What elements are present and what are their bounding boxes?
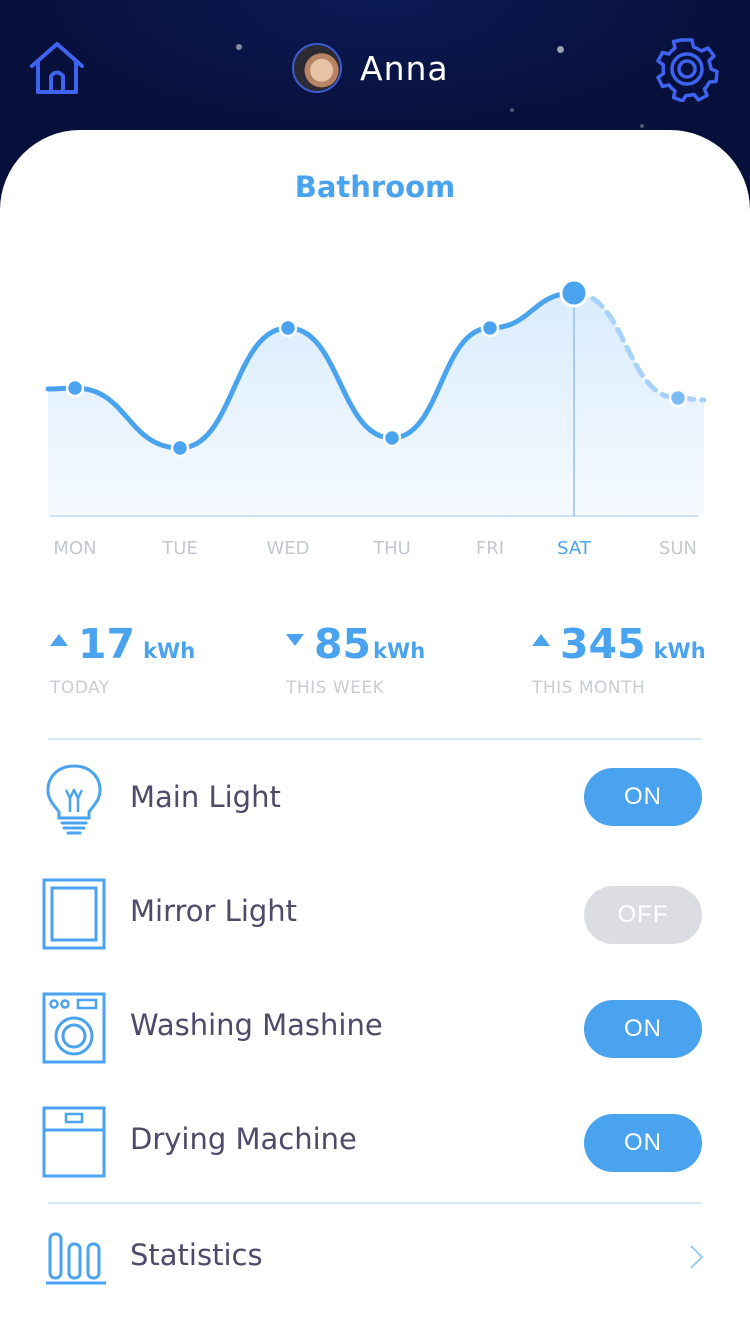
x-tick-label[interactable]: TUE (162, 538, 198, 559)
star-decoration (640, 124, 644, 128)
device-row-washing-machine: Washing Mashine ON (0, 990, 750, 1080)
stat-unit: kWh (143, 639, 196, 663)
x-tick-label[interactable]: SAT (557, 538, 591, 559)
gear-icon (656, 38, 719, 103)
trend-up-icon (532, 634, 550, 646)
data-point (278, 318, 298, 338)
settings-button[interactable] (654, 36, 720, 103)
x-tick-label[interactable]: WED (266, 538, 309, 559)
trend-up-icon (50, 634, 68, 646)
x-tick-label[interactable]: THU (373, 538, 411, 559)
drying-machine-icon (42, 1106, 106, 1178)
data-point (382, 428, 402, 448)
bulb-icon (46, 764, 102, 835)
device-name: Main Light (130, 780, 281, 814)
divider (48, 1202, 702, 1204)
avatar (292, 43, 342, 93)
device-name: Washing Mashine (130, 1008, 383, 1042)
data-point (480, 318, 500, 338)
washing-machine-icon (42, 992, 106, 1064)
device-row-main-light: Main Light ON (0, 762, 750, 852)
mirror-icon (42, 878, 106, 950)
data-point-selected (559, 278, 589, 308)
data-point (65, 378, 85, 398)
chevron-right-icon (690, 1245, 704, 1269)
stat-value: 345 (560, 620, 646, 668)
star-decoration (510, 108, 514, 112)
star-decoration (236, 44, 242, 50)
statistics-link[interactable]: Statistics (0, 1220, 750, 1300)
user-profile[interactable]: Anna (292, 42, 449, 94)
home-button[interactable] (26, 38, 88, 98)
x-tick-label[interactable]: FRI (476, 538, 504, 559)
header: Anna (0, 0, 750, 140)
drying-machine-toggle[interactable]: ON (584, 1114, 702, 1172)
star-decoration (557, 46, 564, 53)
device-row-drying-machine: Drying Machine ON (0, 1104, 750, 1194)
device-row-mirror-light: Mirror Light OFF (0, 876, 750, 966)
stat-unit: kWh (653, 639, 706, 663)
stat-unit: kWh (373, 639, 426, 663)
stat-this-week: 85 kWh THIS WEEK (286, 620, 425, 698)
user-name: Anna (360, 48, 449, 88)
stat-label: THIS WEEK (286, 678, 385, 698)
mirror-light-toggle[interactable]: OFF (584, 886, 702, 944)
device-name: Mirror Light (130, 894, 298, 928)
room-title: Bathroom (294, 170, 456, 204)
divider (48, 738, 702, 740)
trend-down-icon (286, 634, 304, 646)
washing-machine-toggle[interactable]: ON (584, 1000, 702, 1058)
main-light-toggle[interactable]: ON (584, 768, 702, 826)
data-point (170, 438, 190, 458)
x-tick-label[interactable]: SUN (659, 538, 697, 559)
stat-today: 17 kWh TODAY (50, 620, 195, 698)
bar-chart-icon (46, 1232, 106, 1285)
stat-value: 17 (78, 620, 136, 668)
x-axis-labels: MON TUE WED THU FRI SAT SUN (0, 538, 750, 562)
home-icon (30, 42, 84, 94)
data-point-projected (668, 388, 688, 408)
statistics-label: Statistics (130, 1238, 263, 1272)
stat-this-month: 345 kWh THIS MONTH (532, 620, 706, 698)
stat-value: 85 (314, 620, 372, 668)
x-tick-label[interactable]: MON (53, 538, 96, 559)
room-card: Bathroom MON TUE WED THU FRI SAT SUN 17 kWh TO… (0, 130, 750, 1334)
stat-label: TODAY (50, 678, 110, 698)
chart-area (48, 293, 704, 516)
energy-line-chart[interactable] (0, 238, 750, 558)
device-name: Drying Machine (130, 1122, 357, 1156)
stat-label: THIS MONTH (532, 678, 646, 698)
